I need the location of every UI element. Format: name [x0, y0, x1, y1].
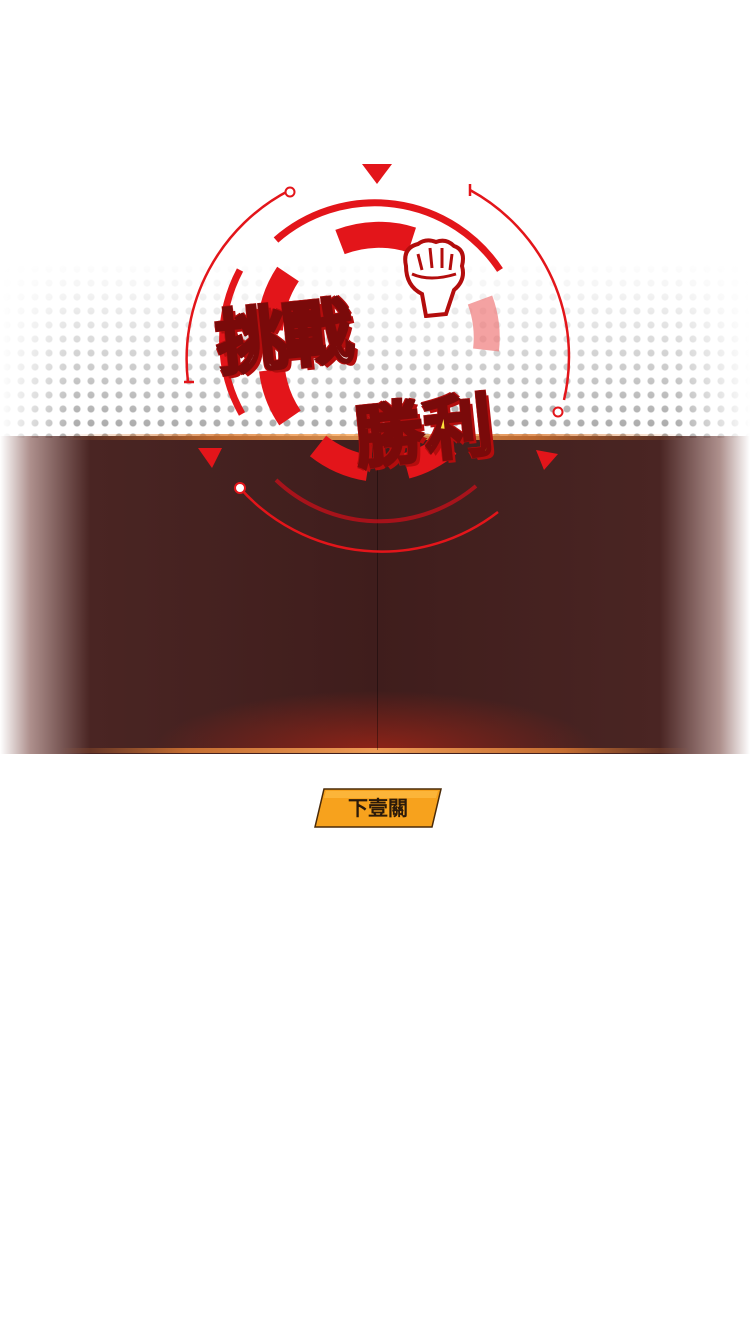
mid-ring-bottom: [274, 478, 478, 524]
fist-icon: [403, 238, 465, 318]
next-level-label: 下壹關: [348, 796, 408, 820]
title-challenge: 挑戰: [211, 289, 354, 387]
outer-arc-bottom-node: [234, 482, 246, 494]
outer-arc-right-node: [552, 406, 564, 418]
left-triangle-marker: [198, 448, 222, 468]
outer-arc-left-node: [284, 186, 296, 198]
next-level-button[interactable]: 下壹關: [314, 788, 442, 828]
panel-bottom-glow: [60, 748, 690, 753]
panel-bottom-haze: [150, 690, 600, 752]
right-triangle-marker: [536, 450, 558, 470]
victory-screen: 挑戰 勝利 下壹關: [0, 0, 750, 1334]
title-victory: 勝利: [349, 384, 500, 480]
top-triangle-marker: [362, 164, 392, 184]
